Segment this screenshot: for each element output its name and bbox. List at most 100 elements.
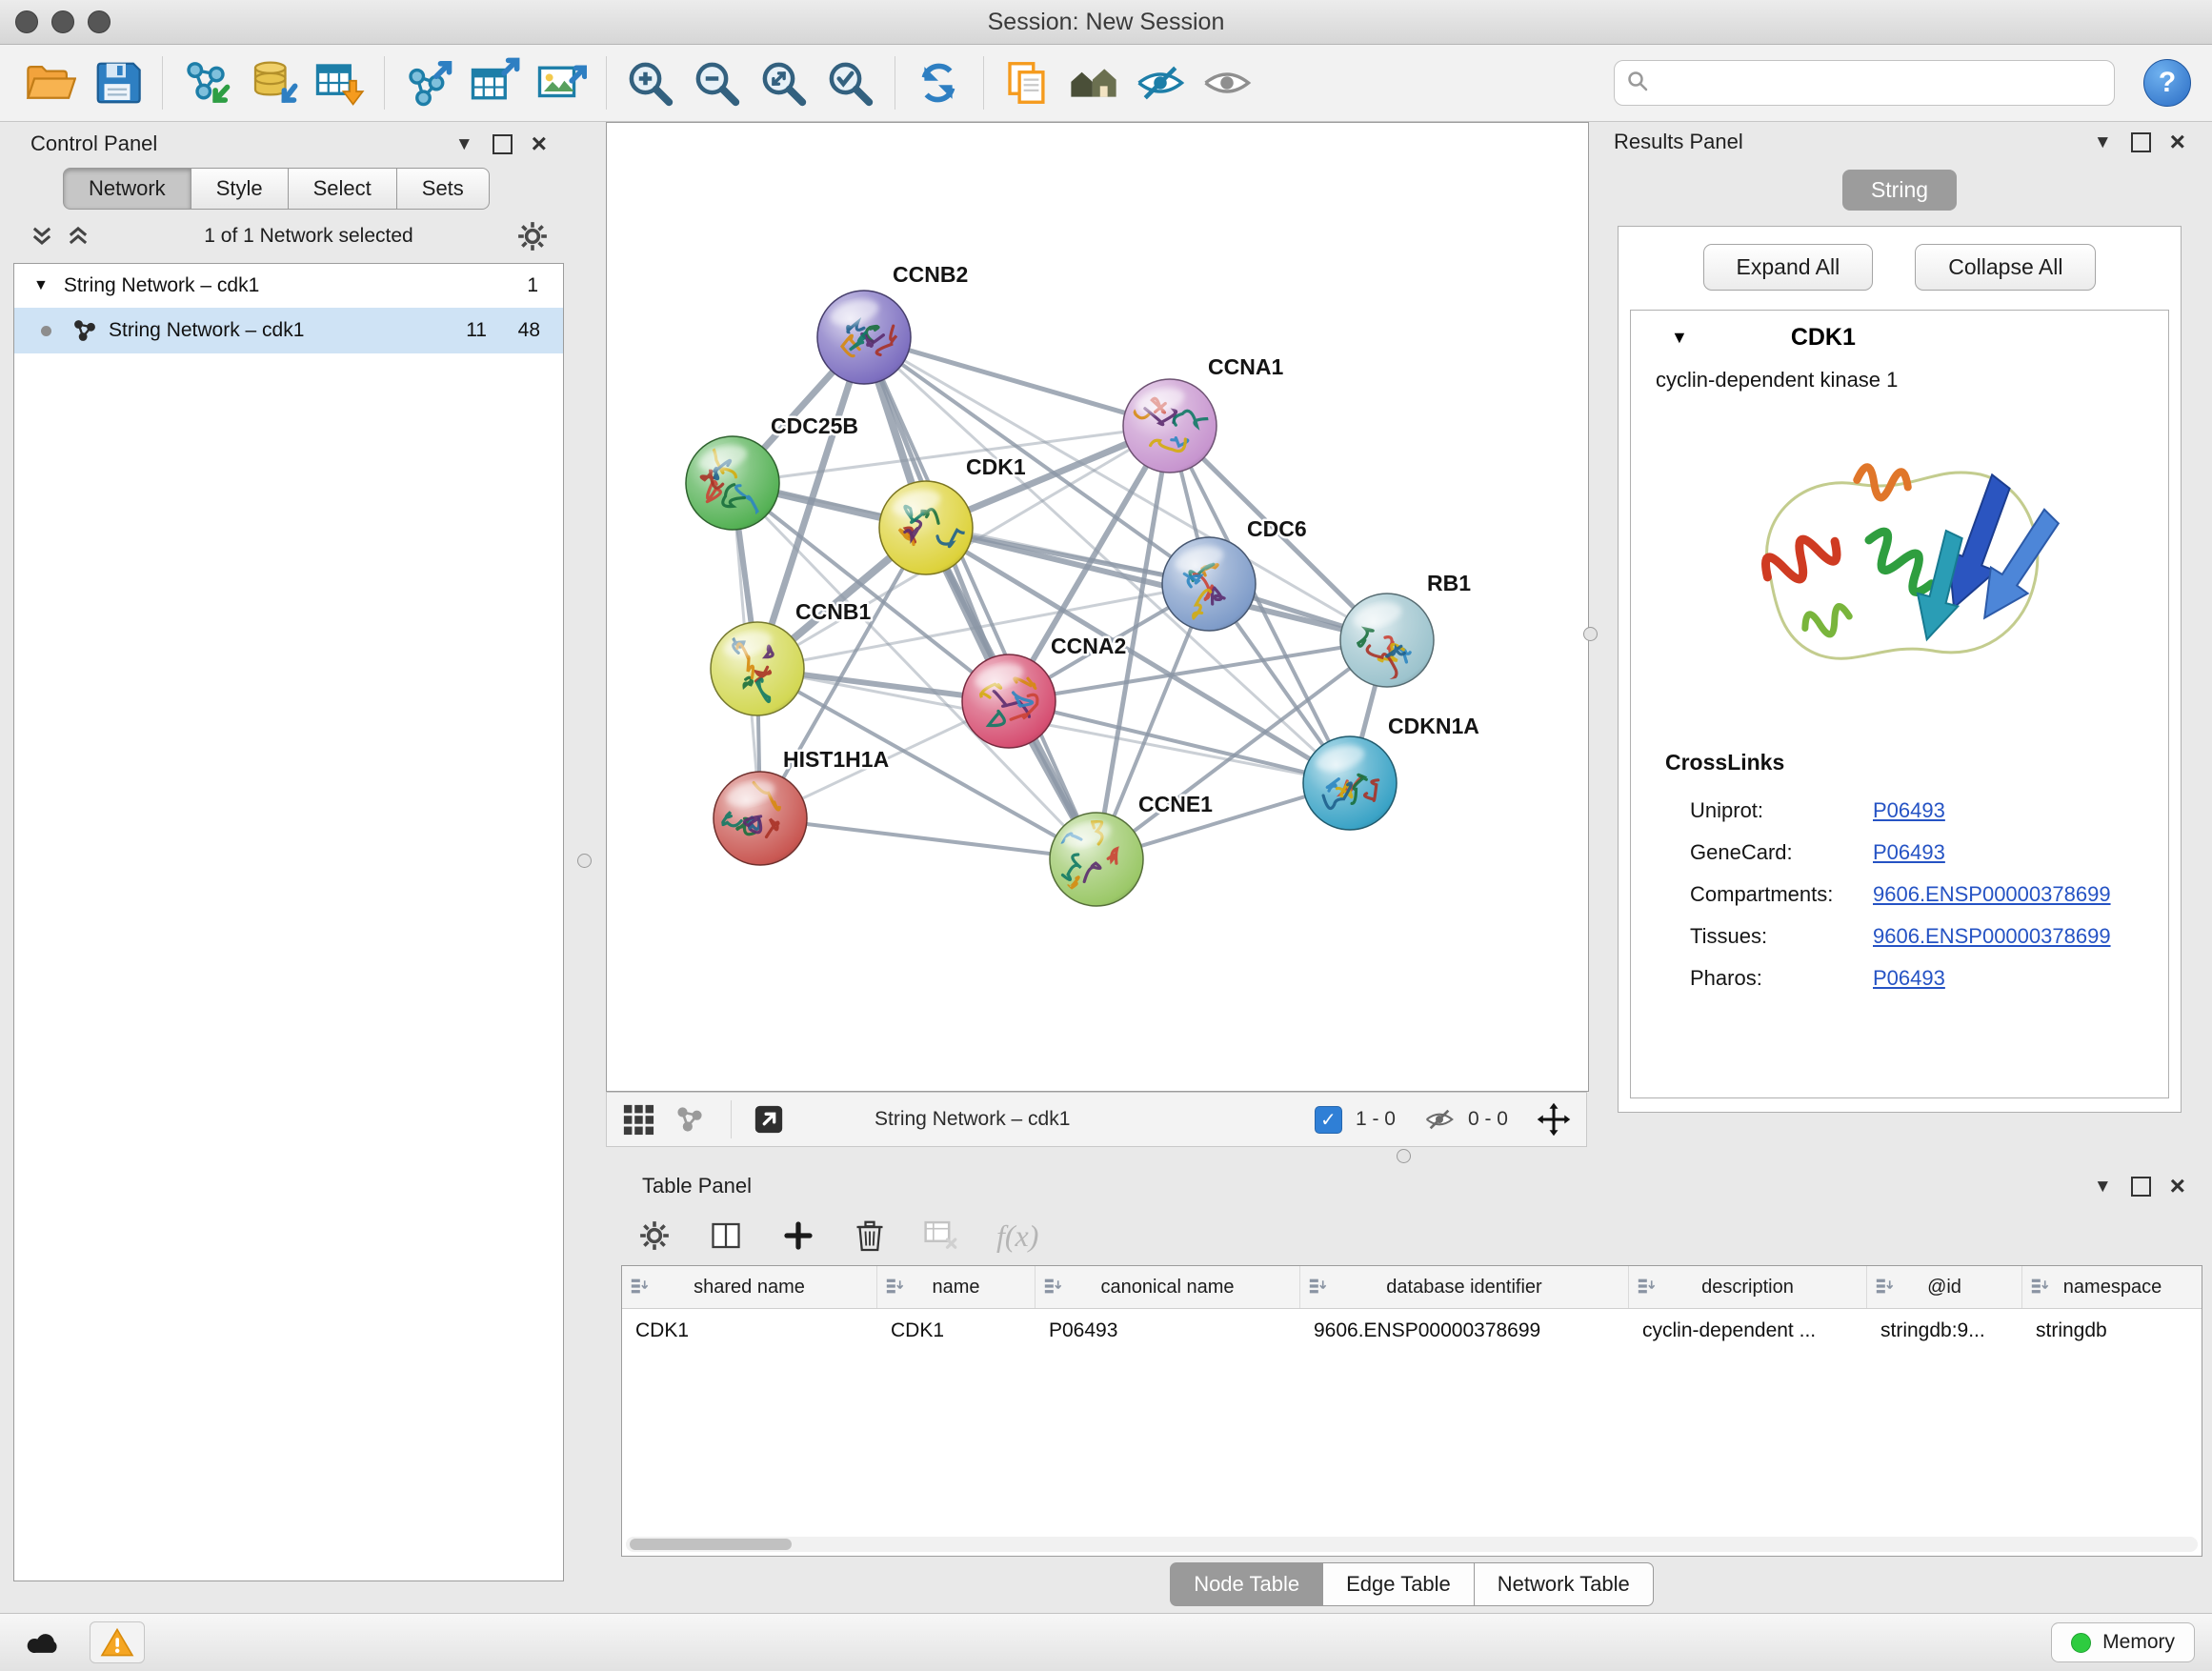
import-table-from-file-icon[interactable]	[310, 53, 369, 112]
columns-icon[interactable]	[709, 1218, 743, 1253]
network-node-HIST1H1A[interactable]: HIST1H1A	[714, 747, 889, 865]
warnings-icon[interactable]	[90, 1621, 145, 1663]
column-header-canonical-name[interactable]: canonical name	[1036, 1266, 1300, 1308]
column-header-namespace[interactable]: namespace	[2022, 1266, 2202, 1308]
crosslink-pharos-link[interactable]: P06493	[1873, 966, 1945, 991]
import-network-from-file-icon[interactable]	[176, 53, 235, 112]
network-node-CCNB1[interactable]: CCNB1	[711, 599, 871, 715]
export-view-icon[interactable]	[753, 1103, 785, 1136]
tab-string[interactable]: String	[1842, 170, 1957, 211]
trash-icon[interactable]	[854, 1218, 886, 1253]
close-panel-icon[interactable]: ×	[532, 131, 547, 157]
edge-HIST1H1A-CCNE1[interactable]	[760, 818, 1096, 859]
network-node-CDK1[interactable]: CDK1	[879, 454, 1026, 574]
network-node-CCNA1[interactable]: CCNA1	[1122, 354, 1284, 473]
table-cell[interactable]: CDK1	[622, 1319, 877, 1342]
tab-network-table[interactable]: Network Table	[1475, 1562, 1654, 1606]
save-session-icon[interactable]	[88, 53, 147, 112]
tab-node-table[interactable]: Node Table	[1170, 1562, 1323, 1606]
hide-selected-icon[interactable]	[1131, 53, 1190, 112]
network-node-RB1[interactable]: RB1	[1340, 571, 1471, 687]
column-header-shared-name[interactable]: shared name	[622, 1266, 877, 1308]
show-all-icon[interactable]	[1197, 53, 1257, 112]
share-network-icon[interactable]	[675, 1105, 704, 1134]
table-cell[interactable]: stringdb	[2022, 1319, 2202, 1342]
panel-resize-handle[interactable]	[1397, 1149, 1411, 1163]
panel-menu-icon[interactable]: ▼	[2094, 1178, 2112, 1196]
tab-style[interactable]: Style	[191, 168, 289, 210]
table-cell[interactable]: P06493	[1036, 1319, 1300, 1342]
collapse-all-button[interactable]: Collapse All	[1915, 244, 2096, 291]
gene-symbol: CDK1	[1791, 324, 1856, 352]
zoom-selected-icon[interactable]	[820, 53, 879, 112]
export-network-icon[interactable]	[398, 53, 457, 112]
zoom-in-icon[interactable]	[620, 53, 679, 112]
open-session-icon[interactable]	[21, 53, 80, 112]
collapse-all-icon[interactable]	[29, 223, 55, 250]
copy-style-icon[interactable]	[997, 53, 1056, 112]
column-header-name[interactable]: name	[877, 1266, 1036, 1308]
network-row-selected[interactable]: String Network – cdk1 11 48	[14, 308, 563, 353]
edge-CCNB2-CCNA1[interactable]	[864, 337, 1170, 426]
first-neighbors-icon[interactable]	[1064, 53, 1123, 112]
birdseye-view-icon[interactable]	[622, 1103, 654, 1136]
current-network-bullet	[41, 326, 51, 336]
selected-nodes-checkbox[interactable]: ✓	[1315, 1106, 1342, 1134]
table-cell[interactable]: CDK1	[877, 1319, 1036, 1342]
crosslink-compartments-link[interactable]: 9606.ENSP00000378699	[1873, 882, 2111, 907]
protein-structure-image	[1714, 417, 2085, 717]
zoom-out-icon[interactable]	[687, 53, 746, 112]
column-header-@id[interactable]: @id	[1867, 1266, 2022, 1308]
expand-all-icon[interactable]	[65, 223, 91, 250]
search-input[interactable]	[1659, 70, 2102, 95]
tab-edge-table[interactable]: Edge Table	[1323, 1562, 1475, 1606]
network-collection-row[interactable]: ▼ String Network – cdk1 1	[14, 264, 563, 308]
crosslink-uniprot-link[interactable]: P06493	[1873, 798, 1945, 823]
crosslink-genecard-link[interactable]: P06493	[1873, 840, 1945, 865]
panel-menu-icon[interactable]: ▼	[455, 135, 473, 153]
network-node-CCNB2[interactable]: CCNB2	[817, 262, 968, 384]
column-header-description[interactable]: description	[1629, 1266, 1867, 1308]
table-cell[interactable]: cyclin-dependent ...	[1629, 1319, 1867, 1342]
status-bar: Memory	[0, 1613, 2212, 1671]
expand-all-button[interactable]: Expand All	[1703, 244, 1874, 291]
export-image-icon[interactable]	[532, 53, 591, 112]
help-icon[interactable]: ?	[2143, 59, 2191, 107]
apply-preferred-layout-icon[interactable]	[909, 53, 968, 112]
close-panel-icon[interactable]: ×	[2170, 1173, 2185, 1199]
task-history-cloud-icon[interactable]	[17, 1622, 70, 1662]
collection-disclosure-icon[interactable]: ▼	[33, 277, 49, 294]
import-network-from-database-icon[interactable]	[243, 53, 302, 112]
gene-disclosure-icon[interactable]: ▼	[1671, 328, 1688, 348]
pan-crosshair-icon[interactable]	[1537, 1102, 1571, 1137]
gear-icon[interactable]	[638, 1219, 671, 1252]
table-cell[interactable]: 9606.ENSP00000378699	[1300, 1319, 1629, 1342]
scrollbar-thumb[interactable]	[630, 1539, 792, 1550]
network-canvas[interactable]: CCNB2CCNA1CDC25BCDK1CDC6RB1CCNB1CCNA2CDK…	[607, 123, 1586, 1089]
float-panel-icon[interactable]	[2131, 1177, 2151, 1197]
column-header-database-identifier[interactable]: database identifier	[1300, 1266, 1629, 1308]
memory-button[interactable]: Memory	[2051, 1622, 2195, 1662]
float-panel-icon[interactable]	[2131, 132, 2151, 152]
panel-resize-handle[interactable]	[1583, 627, 1598, 641]
table-row[interactable]: CDK1CDK1P064939606.ENSP00000378699cyclin…	[622, 1309, 2202, 1353]
add-icon[interactable]	[781, 1218, 815, 1253]
tab-select[interactable]: Select	[289, 168, 397, 210]
export-table-icon[interactable]	[465, 53, 524, 112]
table-cell[interactable]: stringdb:9...	[1867, 1319, 2022, 1342]
zoom-fit-icon[interactable]	[754, 53, 813, 112]
gene-detail-card: ▼ CDK1 cyclin-dependent kinase 1	[1630, 310, 2169, 1098]
node-label-CDC25B: CDC25B	[771, 413, 858, 438]
panel-menu-icon[interactable]: ▼	[2094, 133, 2112, 151]
network-options-gear-icon[interactable]	[516, 220, 549, 252]
tab-sets[interactable]: Sets	[397, 168, 490, 210]
network-selection-status: 1 of 1 Network selected	[101, 225, 516, 248]
panel-resize-handle[interactable]	[577, 854, 592, 868]
edge-CCNB2-CCNE1[interactable]	[864, 337, 1096, 859]
network-node-CDKN1A[interactable]: CDKN1A	[1303, 714, 1479, 830]
hidden-elements-icon	[1424, 1104, 1455, 1135]
crosslink-tissues-link[interactable]: 9606.ENSP00000378699	[1873, 924, 2111, 949]
float-panel-icon[interactable]	[493, 134, 513, 154]
close-panel-icon[interactable]: ×	[2170, 129, 2185, 155]
tab-network[interactable]: Network	[63, 168, 191, 210]
